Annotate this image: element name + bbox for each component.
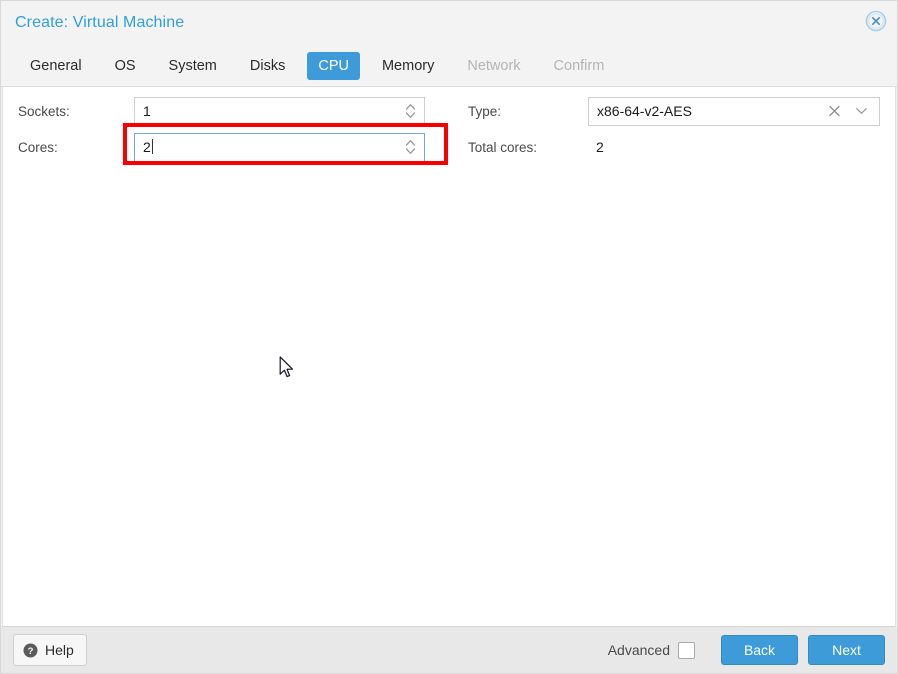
- tab-memory[interactable]: Memory: [371, 52, 445, 80]
- cpu-type-select[interactable]: x86-64-v2-AES: [588, 96, 880, 126]
- sockets-label: Sockets:: [18, 103, 70, 119]
- cpu-type-value: x86-64-v2-AES: [597, 102, 692, 119]
- advanced-label: Advanced: [607, 642, 670, 658]
- tab-network: Network: [467, 57, 521, 74]
- field-row-type: Type: x86-64-v2-AES: [453, 93, 895, 129]
- total-cores-value: 2: [596, 139, 604, 155]
- window-titlebar: Create: Virtual Machine: [1, 1, 897, 45]
- tab-os[interactable]: OS: [104, 52, 147, 80]
- field-row-total-cores: Total cores: 2: [453, 129, 895, 165]
- sockets-stepper-icon[interactable]: [404, 102, 417, 121]
- chevron-down-icon[interactable]: [855, 107, 868, 116]
- back-button[interactable]: Back: [721, 635, 798, 665]
- help-button[interactable]: ? Help: [13, 634, 87, 666]
- wizard-form-body: Sockets: 1 Cores: 2 Type: x86-64-v2-AES …: [2, 87, 896, 627]
- type-label: Type:: [468, 103, 502, 119]
- advanced-checkbox[interactable]: [678, 641, 695, 659]
- create-vm-wizard-window: Create: Virtual Machine General OS Syste…: [0, 0, 898, 674]
- help-button-label: Help: [45, 642, 74, 658]
- tab-system[interactable]: System: [158, 52, 228, 80]
- tab-cpu[interactable]: CPU: [307, 51, 360, 80]
- footer-actions: Advanced Back Next: [608, 635, 885, 665]
- sockets-value: 1: [143, 102, 151, 119]
- wizard-footer: ? Help Advanced Back Next: [1, 627, 897, 673]
- tab-disks[interactable]: Disks: [239, 52, 296, 80]
- svg-text:?: ?: [28, 646, 34, 657]
- tab-confirm: Confirm: [553, 57, 605, 74]
- next-button[interactable]: Next: [808, 635, 885, 665]
- cores-input[interactable]: 2: [134, 132, 425, 162]
- cores-label: Cores:: [18, 139, 58, 155]
- question-circle-icon: ?: [23, 643, 38, 658]
- text-caret: [151, 138, 153, 154]
- cores-value: 2: [143, 138, 153, 155]
- mouse-cursor: [279, 356, 295, 380]
- close-x-icon[interactable]: [828, 105, 841, 118]
- cores-stepper-icon[interactable]: [404, 138, 417, 157]
- sockets-input[interactable]: 1: [134, 96, 425, 126]
- window-title: Create: Virtual Machine: [15, 14, 185, 31]
- field-row-sockets: Sockets: 1: [3, 93, 453, 129]
- total-cores-label: Total cores:: [468, 139, 538, 155]
- wizard-tabbar: General OS System Disks CPU Memory Netwo…: [1, 45, 897, 87]
- close-icon[interactable]: [863, 8, 889, 34]
- tab-general[interactable]: General: [19, 52, 93, 80]
- field-row-cores: Cores: 2: [3, 129, 453, 165]
